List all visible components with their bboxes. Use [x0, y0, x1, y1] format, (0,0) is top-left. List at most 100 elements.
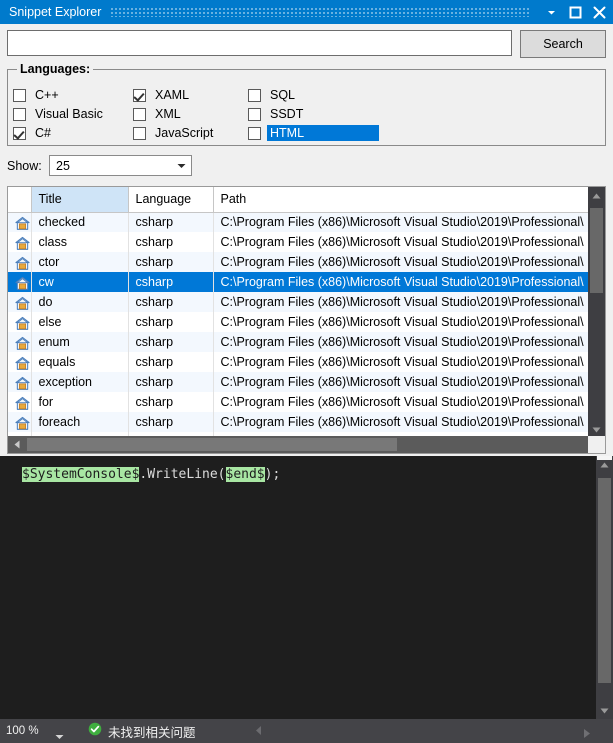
zoom-level-value: 100 % — [6, 725, 39, 737]
language-checkbox-visual-basic[interactable]: Visual Basic — [13, 105, 133, 123]
cell-path: C:\Program Files (x86)\Microsoft Visual … — [213, 272, 588, 292]
cell-path: C:\Program Files (x86)\Microsoft Visual … — [213, 292, 588, 312]
cell-title: exception — [31, 372, 128, 392]
checkbox-icon[interactable] — [13, 89, 26, 102]
code-placeholder-end: $end$ — [226, 467, 265, 482]
language-checkbox-cpp[interactable]: C++ — [13, 86, 133, 104]
languages-checkbox-grid: C++ XAML SQL Visual Basic XML SSDT C# — [13, 86, 368, 142]
table-row[interactable]: equalscsharpC:\Program Files (x86)\Micro… — [8, 352, 588, 372]
search-button[interactable]: Search — [520, 30, 606, 58]
window-title: Snippet Explorer — [9, 5, 101, 19]
cell-path: C:\Program Files (x86)\Microsoft Visual … — [213, 212, 588, 232]
table-row[interactable]: exceptioncsharpC:\Program Files (x86)\Mi… — [8, 372, 588, 392]
row-icon-cell — [8, 372, 31, 392]
cell-language: csharp — [128, 392, 213, 412]
checkbox-icon[interactable] — [13, 127, 26, 140]
chevron-down-icon[interactable] — [55, 727, 64, 743]
checkbox-icon[interactable] — [248, 127, 261, 140]
cell-title: enum — [31, 332, 128, 352]
column-header-language[interactable]: Language — [128, 187, 213, 212]
table-row[interactable]: checkedcsharpC:\Program Files (x86)\Micr… — [8, 212, 588, 232]
editor-vertical-scrollbar[interactable] — [596, 456, 613, 719]
table-row[interactable]: enumcsharpC:\Program Files (x86)\Microso… — [8, 332, 588, 352]
checkbox-icon[interactable] — [248, 89, 261, 102]
chevron-down-icon[interactable] — [539, 1, 563, 23]
editor-vertical-scrollbar-thumb[interactable] — [598, 478, 611, 683]
row-icon-cell — [8, 292, 31, 312]
close-icon[interactable] — [587, 1, 611, 23]
cell-title: foreach — [31, 412, 128, 432]
scrollbar-corner — [588, 436, 605, 453]
grid-vertical-scrollbar[interactable] — [588, 187, 605, 438]
snippet-icon — [15, 276, 31, 291]
table-row[interactable]: docsharpC:\Program Files (x86)\Microsoft… — [8, 292, 588, 312]
language-checkbox-xaml[interactable]: XAML — [133, 86, 248, 104]
status-bar: 100 % 未找到相关问题 — [0, 719, 613, 743]
table-row[interactable]: classcsharpC:\Program Files (x86)\Micros… — [8, 232, 588, 252]
cell-title: else — [31, 312, 128, 332]
cell-language: csharp — [128, 232, 213, 252]
checkbox-icon[interactable] — [248, 108, 261, 121]
table-row[interactable]: foreachcsharpC:\Program Files (x86)\Micr… — [8, 412, 588, 432]
status-message[interactable]: 未找到相关问题 — [88, 722, 196, 741]
column-header-path[interactable]: Path — [213, 187, 588, 212]
scroll-down-icon[interactable] — [596, 702, 613, 719]
language-label: JavaScript — [152, 125, 216, 141]
grid-horizontal-scrollbar-thumb[interactable] — [27, 438, 397, 451]
show-count-dropdown[interactable]: 25 — [49, 155, 192, 176]
language-checkbox-html[interactable]: HTML — [248, 124, 368, 142]
language-label: C++ — [32, 87, 62, 103]
scroll-up-icon[interactable] — [588, 187, 605, 204]
checkbox-icon[interactable] — [133, 89, 146, 102]
grid-horizontal-scrollbar[interactable] — [8, 436, 605, 453]
language-checkbox-sql[interactable]: SQL — [248, 86, 368, 104]
table-row[interactable]: elsecsharpC:\Program Files (x86)\Microso… — [8, 312, 588, 332]
cell-title: cw — [31, 272, 128, 292]
checkbox-icon[interactable] — [133, 108, 146, 121]
search-input[interactable] — [7, 30, 512, 56]
zoom-level-dropdown[interactable]: 100 % — [0, 719, 72, 743]
cell-path: C:\Program Files (x86)\Microsoft Visual … — [213, 232, 588, 252]
maximize-icon[interactable] — [563, 1, 587, 23]
snippet-icon — [15, 396, 31, 411]
grid-horizontal-scrollbar-track[interactable] — [25, 436, 588, 453]
cell-language: csharp — [128, 252, 213, 272]
table-row[interactable]: ctorcsharpC:\Program Files (x86)\Microso… — [8, 252, 588, 272]
cell-language: csharp — [128, 372, 213, 392]
language-checkbox-ssdt[interactable]: SSDT — [248, 105, 368, 123]
status-scroll-right-icon[interactable] — [583, 726, 591, 743]
status-scroll-left-icon[interactable] — [255, 723, 262, 741]
cell-language: csharp — [128, 312, 213, 332]
language-checkbox-javascript[interactable]: JavaScript — [133, 124, 248, 142]
language-label: HTML — [267, 125, 379, 141]
scroll-left-icon[interactable] — [8, 436, 25, 453]
column-header-icon — [8, 187, 31, 212]
snippets-grid: Title Language Path checkedcsharpC:\Prog… — [7, 186, 606, 454]
language-checkbox-csharp[interactable]: C# — [13, 124, 133, 142]
table-row[interactable]: cwcsharpC:\Program Files (x86)\Microsoft… — [8, 272, 588, 292]
code-text-writeline: .WriteLine( — [139, 467, 225, 482]
column-header-title[interactable]: Title — [31, 187, 128, 212]
row-icon-cell — [8, 392, 31, 412]
title-bar: Snippet Explorer — [0, 0, 613, 24]
snippet-icon — [15, 416, 31, 431]
checkbox-icon[interactable] — [133, 127, 146, 140]
table-body: checkedcsharpC:\Program Files (x86)\Micr… — [8, 212, 588, 437]
code-placeholder-systemconsole: $SystemConsole$ — [22, 467, 139, 482]
snippet-code-editor[interactable]: $SystemConsole$.WriteLine($end$); — [0, 456, 613, 719]
chevron-down-icon[interactable] — [177, 156, 186, 175]
snippet-icon — [15, 376, 31, 391]
cell-title: checked — [31, 212, 128, 232]
table-row[interactable]: forcsharpC:\Program Files (x86)\Microsof… — [8, 392, 588, 412]
title-bar-grip[interactable] — [111, 7, 529, 17]
checkbox-icon[interactable] — [13, 108, 26, 121]
languages-groupbox: Languages: C++ XAML SQL Visual Basic XML… — [7, 69, 606, 146]
language-label: SSDT — [267, 106, 306, 122]
cell-path: C:\Program Files (x86)\Microsoft Visual … — [213, 312, 588, 332]
row-icon-cell — [8, 312, 31, 332]
cell-language: csharp — [128, 352, 213, 372]
language-checkbox-xml[interactable]: XML — [133, 105, 248, 123]
grid-vertical-scrollbar-thumb[interactable] — [590, 208, 603, 293]
language-label: C# — [32, 125, 54, 141]
languages-group-label: Languages: — [17, 62, 93, 76]
